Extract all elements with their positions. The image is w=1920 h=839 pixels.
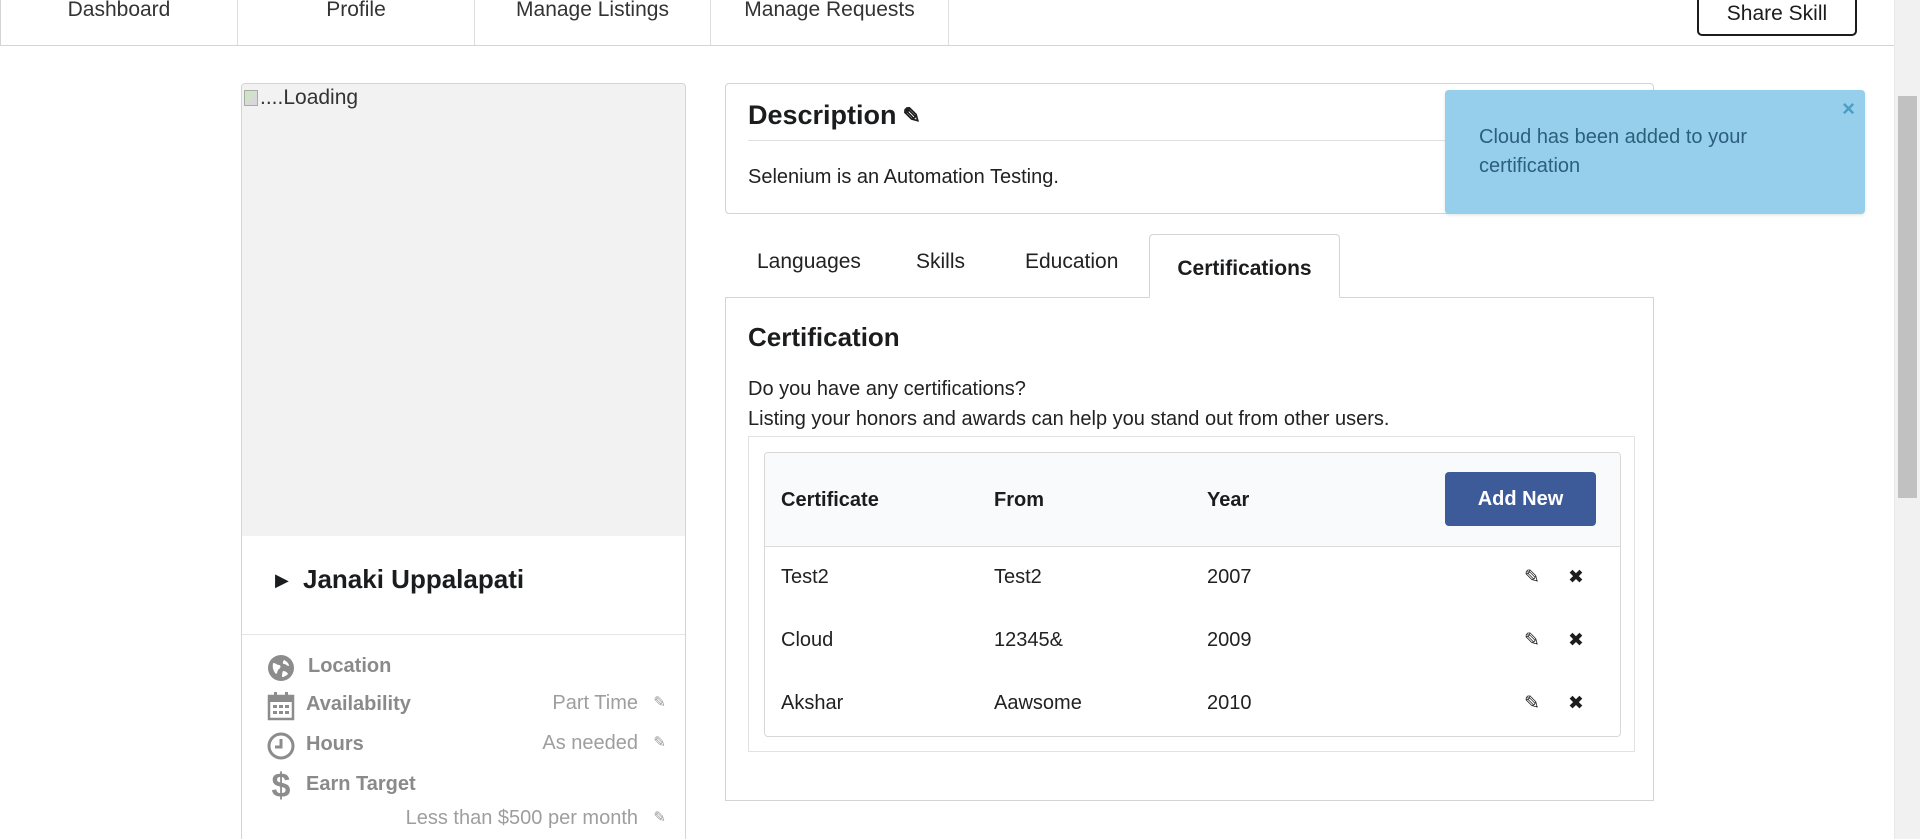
edit-row-pencil-icon[interactable]: ✎ xyxy=(1524,566,1540,589)
nav-profile-label: Profile xyxy=(326,0,386,21)
cell-certificate: Test2 xyxy=(781,566,829,588)
edit-row-pencil-icon[interactable]: ✎ xyxy=(1524,629,1540,652)
availability-row: Availability Part Time ✎ xyxy=(266,687,666,723)
certification-subtitle: Listing your honors and awards can help … xyxy=(748,408,1390,430)
delete-row-close-icon[interactable]: ✖ xyxy=(1568,566,1584,589)
clock-icon xyxy=(266,731,296,761)
add-new-button[interactable]: Add New xyxy=(1445,472,1596,526)
delete-row-close-icon[interactable]: ✖ xyxy=(1568,629,1584,652)
profile-name: Janaki Uppalapati xyxy=(303,564,525,594)
top-navigation: Dashboard Profile Manage Listings Manage… xyxy=(0,0,1894,46)
table-header: Certificate From Year Add New xyxy=(765,453,1620,547)
table-row: Cloud 12345& 2009 ✎ ✖ xyxy=(765,611,1620,674)
earn-target-row: $ Earn Target Less than $500 per month ✎ xyxy=(266,767,666,839)
nav-dashboard[interactable]: Dashboard xyxy=(1,0,238,45)
edit-hours-pencil-icon[interactable]: ✎ xyxy=(653,733,666,751)
description-heading: Description ✎ xyxy=(748,100,921,131)
nav-profile[interactable]: Profile xyxy=(238,0,475,45)
availability-value: Part Time xyxy=(552,692,638,714)
cell-from: Aawsome xyxy=(994,692,1082,714)
tab-skills[interactable]: Skills xyxy=(916,250,965,274)
availability-label: Availability xyxy=(306,693,411,715)
edit-row-pencil-icon[interactable]: ✎ xyxy=(1524,692,1540,715)
nav-manage-listings-label: Manage Listings xyxy=(516,0,669,21)
table-row: Test2 Test2 2007 ✎ ✖ xyxy=(765,548,1620,611)
profile-card: ....Loading ▶ Janaki Uppalapati Location… xyxy=(241,83,686,839)
cell-certificate: Cloud xyxy=(781,629,834,651)
profile-name-row[interactable]: ▶ Janaki Uppalapati xyxy=(242,84,685,594)
cell-certificate: Akshar xyxy=(781,692,844,714)
certification-question: Do you have any certifications? xyxy=(748,378,1026,400)
cell-from: 12345& xyxy=(994,629,1063,651)
nav-manage-requests-label: Manage Requests xyxy=(744,0,915,21)
hours-row: Hours As needed ✎ xyxy=(266,727,666,763)
hours-label: Hours xyxy=(306,733,364,755)
certification-table-container: Certificate From Year Add New Test2 Test… xyxy=(748,436,1635,752)
cell-year: 2007 xyxy=(1207,566,1252,588)
scrollbar-thumb[interactable] xyxy=(1898,96,1917,498)
toast-message: Cloud has been added to your certificati… xyxy=(1479,126,1747,177)
location-label: Location xyxy=(308,655,392,677)
page-scrollbar[interactable] xyxy=(1894,0,1920,839)
earn-target-label: Earn Target xyxy=(306,773,416,795)
edit-availability-pencil-icon[interactable]: ✎ xyxy=(653,693,666,711)
header-year: Year xyxy=(1207,489,1250,511)
cell-year: 2009 xyxy=(1207,629,1252,651)
dollar-icon: $ xyxy=(271,766,291,805)
cell-year: 2010 xyxy=(1207,692,1252,714)
success-toast: Cloud has been added to your certificati… xyxy=(1445,90,1865,214)
description-title: Description xyxy=(748,100,897,130)
delete-row-close-icon[interactable]: ✖ xyxy=(1568,692,1584,715)
description-text: Selenium is an Automation Testing. xyxy=(748,166,1059,188)
tab-languages[interactable]: Languages xyxy=(757,250,861,274)
location-row: Location xyxy=(266,649,666,685)
edit-description-pencil-icon[interactable]: ✎ xyxy=(903,103,921,129)
tab-certifications-label: Certifications xyxy=(1177,257,1312,280)
tab-education[interactable]: Education xyxy=(1025,250,1118,274)
certification-title: Certification xyxy=(748,322,900,352)
edit-earn-target-pencil-icon[interactable]: ✎ xyxy=(653,808,666,826)
tab-certifications[interactable]: Certifications xyxy=(1149,234,1340,298)
certification-table: Certificate From Year Add New Test2 Test… xyxy=(764,452,1621,737)
nav-manage-requests[interactable]: Manage Requests xyxy=(711,0,949,45)
table-row: Akshar Aawsome 2010 ✎ ✖ xyxy=(765,674,1620,736)
header-from: From xyxy=(994,489,1044,511)
calendar-icon xyxy=(266,691,296,721)
hours-value: As needed xyxy=(542,732,638,754)
caret-right-icon: ▶ xyxy=(275,570,289,590)
cell-from: Test2 xyxy=(994,566,1042,588)
earn-target-value: Less than $500 per month xyxy=(405,807,638,829)
certification-panel: Certification Do you have any certificat… xyxy=(725,297,1654,801)
nav-manage-listings[interactable]: Manage Listings xyxy=(475,0,711,45)
nav-dashboard-label: Dashboard xyxy=(67,0,171,21)
profile-divider xyxy=(242,634,685,635)
toast-close-icon[interactable]: × xyxy=(1842,96,1855,122)
header-certificate: Certificate xyxy=(781,489,879,511)
globe-icon xyxy=(266,653,296,683)
share-skill-button[interactable]: Share Skill xyxy=(1697,0,1857,36)
